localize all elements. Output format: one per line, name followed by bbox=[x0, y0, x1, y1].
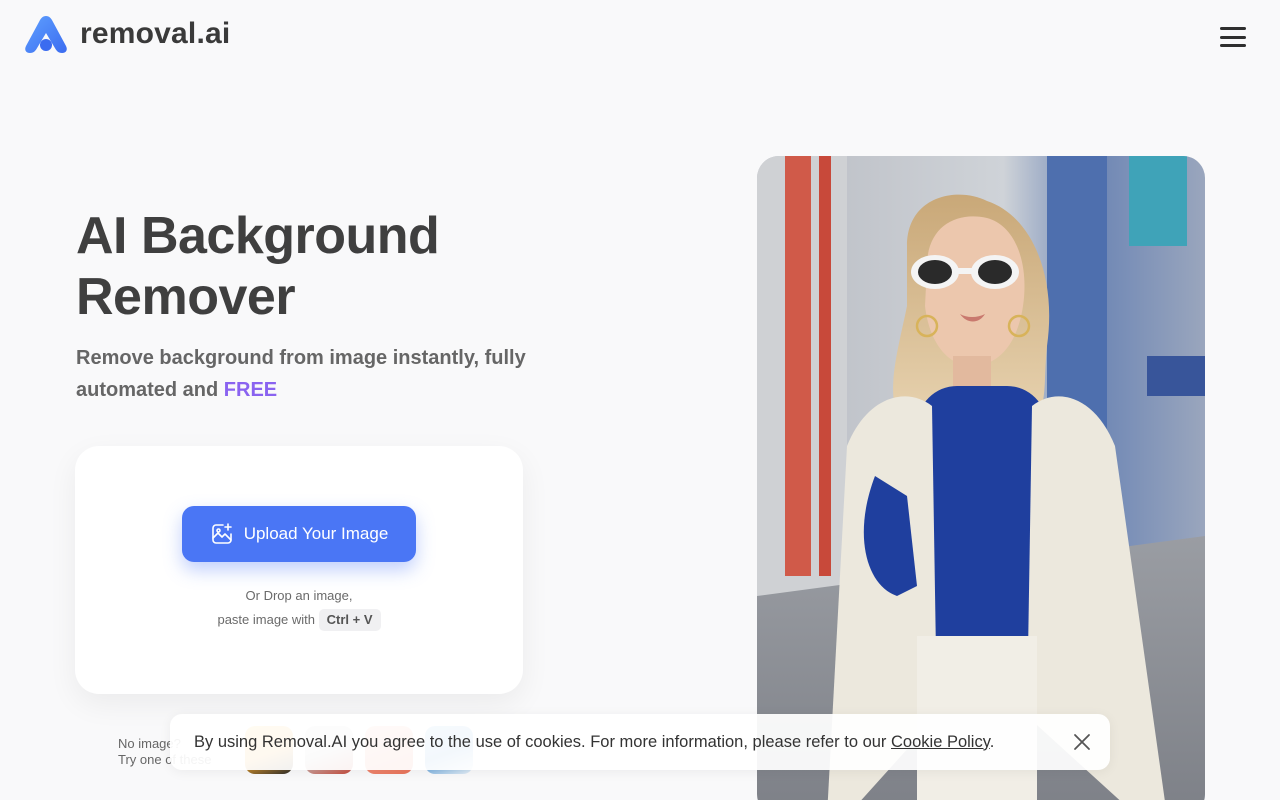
brand-name: removal.ai bbox=[80, 17, 231, 50]
menu-line bbox=[1220, 35, 1246, 39]
cookie-text: By using Removal.AI you agree to the use… bbox=[194, 733, 994, 752]
drop-hint-line2: paste image with Ctrl + V bbox=[75, 608, 523, 632]
drop-hint: Or Drop an image, paste image with Ctrl … bbox=[75, 584, 523, 632]
paste-shortcut-badge: Ctrl + V bbox=[318, 609, 381, 631]
close-icon[interactable] bbox=[1068, 728, 1096, 756]
page-title: AI Background Remover bbox=[76, 207, 440, 326]
hero-photo-illustration bbox=[757, 156, 1205, 800]
cookie-suffix: . bbox=[989, 732, 995, 751]
upload-card[interactable]: Upload Your Image Or Drop an image, past… bbox=[75, 446, 523, 694]
hero-subtitle: Remove background from image instantly, … bbox=[76, 342, 576, 406]
menu-line bbox=[1220, 27, 1246, 30]
brand-logo[interactable]: removal.ai bbox=[24, 14, 230, 54]
hamburger-menu-icon[interactable] bbox=[1217, 23, 1249, 51]
cookie-bar: By using Removal.AI you agree to the use… bbox=[170, 714, 1110, 770]
upload-image-button[interactable]: Upload Your Image bbox=[182, 506, 416, 562]
paste-hint-text: paste image with bbox=[217, 612, 316, 627]
upload-button-label: Upload Your Image bbox=[243, 524, 389, 543]
image-plus-icon bbox=[211, 523, 232, 544]
removal-ai-logo-icon bbox=[25, 16, 67, 53]
cookie-message: By using Removal.AI you agree to the use… bbox=[194, 732, 892, 751]
hero-model-image bbox=[757, 156, 1205, 800]
drop-hint-line1: Or Drop an image, bbox=[245, 588, 353, 603]
cookie-policy-link[interactable]: Cookie Policy bbox=[891, 733, 990, 751]
hero-subtitle-text: Remove background from image instantly, … bbox=[76, 347, 526, 401]
free-highlight: FREE bbox=[223, 379, 278, 401]
menu-line bbox=[1220, 44, 1246, 47]
page: removal.ai AI Background Remover Remove … bbox=[0, 0, 1280, 800]
